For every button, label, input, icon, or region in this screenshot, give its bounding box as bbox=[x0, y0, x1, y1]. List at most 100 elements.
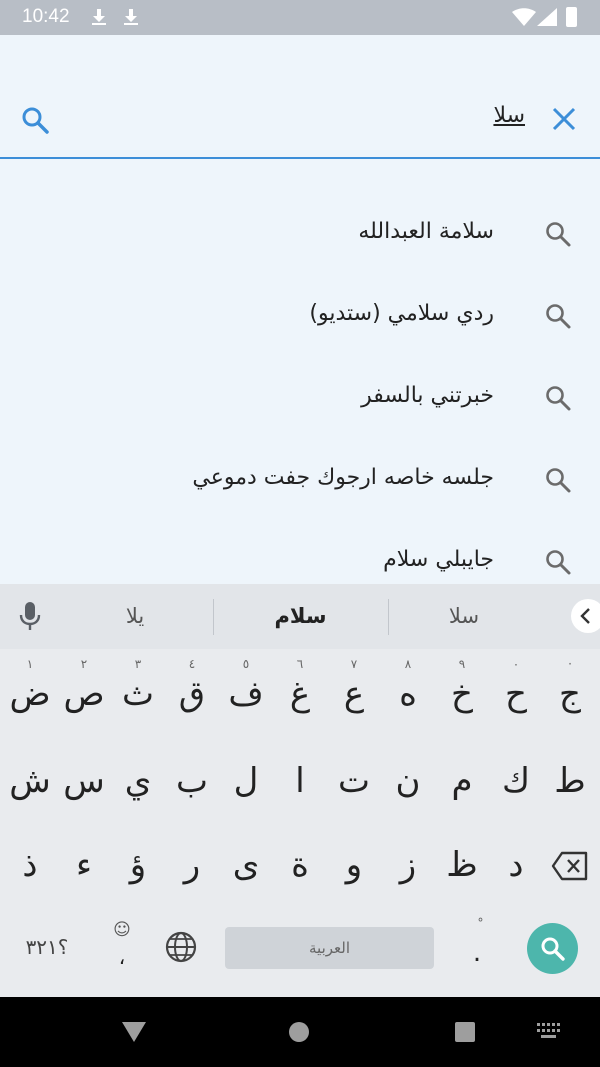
status-bar: 10:42 bbox=[0, 0, 600, 35]
key[interactable]: ي bbox=[111, 742, 165, 822]
key-label: ذ bbox=[22, 845, 38, 885]
key[interactable]: ٧ع bbox=[327, 655, 381, 735]
key[interactable]: ؤ bbox=[111, 826, 165, 906]
search-bar: سلا bbox=[0, 35, 600, 159]
key[interactable]: ب bbox=[165, 742, 219, 822]
key[interactable]: ا bbox=[273, 742, 327, 822]
back-icon[interactable] bbox=[121, 1021, 147, 1043]
microphone-icon[interactable] bbox=[18, 600, 42, 632]
suggestion-item[interactable]: سلامة العبدالله bbox=[0, 191, 600, 273]
key[interactable]: ١ض bbox=[3, 655, 57, 735]
backspace-icon bbox=[551, 851, 588, 881]
search-action-key[interactable] bbox=[527, 923, 578, 974]
key[interactable]: ل bbox=[219, 742, 273, 822]
key[interactable]: ز bbox=[381, 826, 435, 906]
search-icon bbox=[546, 550, 571, 575]
suggestion-item[interactable]: خبرتني بالسفر bbox=[0, 355, 600, 437]
key[interactable]: ظ bbox=[435, 826, 489, 906]
suggestion-text: جايبلي سلام bbox=[383, 547, 494, 572]
search-icon bbox=[546, 222, 571, 247]
download-icon bbox=[124, 9, 138, 25]
key[interactable]: د bbox=[489, 826, 543, 906]
suggestion-list: سلامة العبدالله ردي سلامي (ستديو) خبرتني… bbox=[0, 159, 600, 584]
home-icon[interactable] bbox=[288, 1021, 310, 1043]
key-label: ا bbox=[295, 761, 305, 801]
key[interactable]: ٩خ bbox=[435, 655, 489, 735]
period-key-label: . bbox=[472, 938, 482, 968]
key-label: ؤ bbox=[129, 845, 147, 885]
search-icon[interactable] bbox=[20, 105, 50, 135]
key[interactable]: ن bbox=[381, 742, 435, 822]
key-label: س bbox=[63, 761, 105, 801]
candidate-word[interactable]: سلا bbox=[389, 584, 539, 649]
search-input[interactable]: سلا bbox=[493, 103, 525, 128]
suggestion-text: جلسه خاصه ارجوك جفت دموعي bbox=[192, 465, 494, 490]
keyboard-switch-icon[interactable] bbox=[537, 1023, 561, 1039]
space-bar[interactable]: العربية bbox=[225, 927, 434, 969]
key[interactable]: ش bbox=[3, 742, 57, 822]
key[interactable]: ر bbox=[165, 826, 219, 906]
status-time: 10:42 bbox=[22, 6, 70, 27]
key-label: ك bbox=[501, 761, 531, 801]
key[interactable]: ذ bbox=[3, 826, 57, 906]
key-label: ت bbox=[337, 761, 370, 801]
suggestion-item[interactable]: ردي سلامي (ستديو) bbox=[0, 273, 600, 355]
key[interactable]: س bbox=[57, 742, 111, 822]
key[interactable]: ٣ث bbox=[111, 655, 165, 735]
expand-button[interactable] bbox=[571, 599, 600, 633]
key[interactable]: و bbox=[327, 826, 381, 906]
key[interactable]: ٢ص bbox=[57, 655, 111, 735]
signal-icon bbox=[537, 8, 557, 26]
symbols-key-label: ؟٣٢١ bbox=[25, 935, 69, 959]
key-label: خ bbox=[451, 674, 473, 714]
key-label: و bbox=[345, 845, 363, 885]
key-label: ظ bbox=[446, 845, 478, 885]
key[interactable]: ة bbox=[273, 826, 327, 906]
key[interactable]: ٤ق bbox=[165, 655, 219, 735]
candidate-word-primary[interactable]: سلام bbox=[214, 584, 387, 649]
period-key[interactable]: ْ . bbox=[455, 914, 499, 984]
battery-icon bbox=[566, 7, 577, 27]
key-label: ث bbox=[121, 674, 154, 714]
backspace-key[interactable] bbox=[543, 826, 597, 906]
suggestion-item[interactable]: جايبلي سلام bbox=[0, 519, 600, 584]
key-label: ص bbox=[63, 674, 105, 714]
comma-key[interactable]: ☺ ، bbox=[100, 914, 144, 984]
recents-icon[interactable] bbox=[454, 1021, 476, 1043]
key-label: ض bbox=[9, 674, 51, 714]
key[interactable]: ٨ه bbox=[381, 655, 435, 735]
key-label: ة bbox=[291, 845, 309, 885]
key-label: ى bbox=[232, 845, 260, 885]
suggestion-item[interactable]: جلسه خاصه ارجوك جفت دموعي bbox=[0, 437, 600, 519]
globe-icon[interactable] bbox=[164, 930, 198, 964]
symbols-key[interactable]: ؟٣٢١ bbox=[10, 914, 84, 984]
search-icon bbox=[546, 304, 571, 329]
key[interactable]: ء bbox=[57, 826, 111, 906]
key-label: ي bbox=[124, 761, 152, 801]
key-label: ء bbox=[76, 845, 92, 885]
key-label: ر bbox=[183, 845, 201, 885]
key-label: ن bbox=[395, 761, 421, 801]
key[interactable]: ط bbox=[543, 742, 597, 822]
key-label: غ bbox=[289, 674, 311, 714]
key[interactable]: م bbox=[435, 742, 489, 822]
close-icon[interactable] bbox=[551, 106, 577, 132]
search-icon bbox=[541, 937, 565, 961]
key[interactable]: ٥ف bbox=[219, 655, 273, 735]
key-label: د bbox=[508, 845, 524, 885]
key-label: ز bbox=[399, 845, 417, 885]
wifi-icon bbox=[512, 8, 536, 26]
key-label: ح bbox=[505, 674, 527, 714]
key[interactable]: ٠ح bbox=[489, 655, 543, 735]
candidate-word[interactable]: يلا bbox=[60, 584, 210, 649]
key[interactable]: ك bbox=[489, 742, 543, 822]
suggestion-text: سلامة العبدالله bbox=[358, 219, 494, 244]
key[interactable]: ى bbox=[219, 826, 273, 906]
download-icon bbox=[92, 9, 106, 25]
key[interactable]: · ج bbox=[543, 655, 597, 735]
key-label: ف bbox=[228, 674, 264, 714]
search-icon bbox=[546, 468, 571, 493]
key[interactable]: ت bbox=[327, 742, 381, 822]
key-label: ج bbox=[559, 674, 581, 714]
key[interactable]: ٦غ bbox=[273, 655, 327, 735]
